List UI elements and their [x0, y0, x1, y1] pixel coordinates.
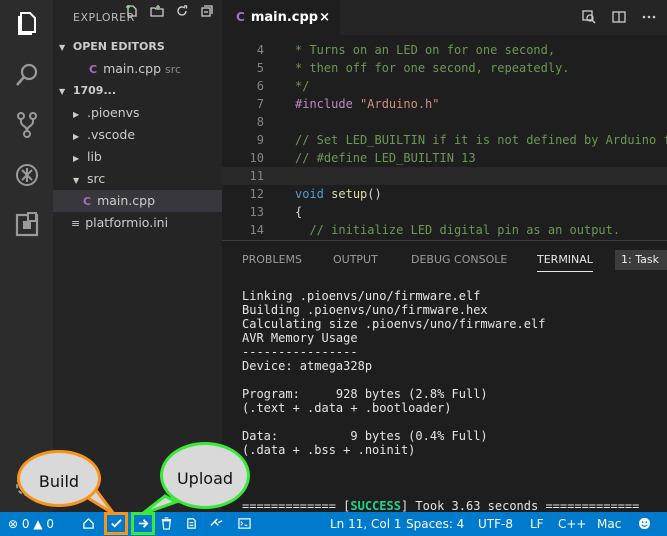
chevron-down-icon: ▼	[59, 43, 66, 52]
extensions-icon[interactable]	[12, 210, 42, 240]
tab-terminal[interactable]: TERMINAL	[537, 253, 593, 272]
cursor-position[interactable]: Ln 11, Col 1	[330, 512, 402, 536]
bottom-panel: PROBLEMS OUTPUT DEBUG CONSOLE TERMINAL 1…	[222, 240, 667, 513]
open-editor-folder: src	[165, 63, 182, 76]
debug-icon[interactable]	[12, 160, 42, 190]
tab-problems[interactable]: PROBLEMS	[242, 253, 302, 266]
tree-item-main-cpp[interactable]: Cmain.cpp	[53, 190, 222, 212]
tree-item-lib[interactable]: ▶ lib	[53, 146, 222, 168]
tab-title: main.cpp	[250, 10, 319, 25]
tree-item-src[interactable]: ▼ src	[53, 168, 222, 190]
success-line: ============= [SUCCESS] Took 3.63 second…	[242, 499, 640, 513]
chevron-right-icon: ▶	[73, 132, 80, 141]
tab-debug-console[interactable]: DEBUG CONSOLE	[411, 253, 507, 266]
more-actions-icon[interactable]	[641, 9, 657, 29]
chevron-down-icon: ▼	[59, 87, 66, 96]
editor-tab-bar: Cmain.cpp ×	[222, 0, 667, 35]
error-icon: ⊗	[8, 517, 19, 531]
chevron-right-icon: ▶	[73, 154, 80, 163]
tree-item-label: lib	[86, 149, 102, 164]
source-control-icon[interactable]	[12, 110, 42, 140]
tree-item-platformio-ini[interactable]: ≡ platformio.ini	[53, 212, 222, 234]
code-line: 4 * Turns on an LED on for one second,	[256, 43, 556, 57]
ini-file-icon: ≡	[71, 217, 81, 230]
tree-item-label: main.cpp	[97, 193, 156, 208]
build-callout: Build	[17, 450, 101, 507]
code-line-current: 11	[222, 167, 667, 185]
platform[interactable]: Mac	[597, 512, 621, 536]
activity-bar	[0, 0, 53, 512]
panel-tabs: PROBLEMS OUTPUT DEBUG CONSOLE TERMINAL 1…	[222, 241, 667, 277]
tab-main-cpp[interactable]: Cmain.cpp ×	[222, 0, 340, 35]
tree-item-label: .pioenvs	[86, 105, 140, 120]
refresh-icon[interactable]	[175, 0, 191, 22]
encoding[interactable]: UTF-8	[478, 512, 513, 536]
open-editor-filename: main.cpp	[103, 61, 162, 76]
tree-item-vscode[interactable]: ▶ .vscode	[53, 124, 222, 146]
upload-highlight-box	[131, 512, 155, 535]
collapse-all-icon[interactable]	[200, 0, 216, 22]
code-line: 9// Set LED_BUILTIN if it is not defined…	[256, 133, 667, 147]
close-icon[interactable]: ×	[319, 0, 330, 35]
tree-item-label: platformio.ini	[85, 215, 169, 230]
chevron-right-icon: ▶	[73, 110, 80, 119]
split-editor-icon[interactable]	[611, 9, 627, 29]
code-line: 10// #define LED_BUILTIN 13	[249, 151, 476, 165]
run-task-icon[interactable]	[185, 512, 198, 536]
code-editor[interactable]: 4 * Turns on an LED on for one second, 5 *…	[222, 35, 667, 240]
code-line: 12 void setup()	[249, 187, 382, 201]
project-folder-header[interactable]: ▼ 1709...	[53, 5, 222, 102]
terminal-icon[interactable]	[238, 512, 251, 536]
explorer-sidebar: EXPLORER ▼ OPEN EDITORS Cmain.cpp src ▼ 1…	[53, 0, 222, 512]
status-bar: ⊗ 0 ▲ 0 Ln 11, Col 1 Spaces: 4 UTF-8 LF …	[0, 512, 667, 536]
project-folder-label: 1709...	[72, 84, 116, 97]
open-editor-item-main-cpp[interactable]: Cmain.cpp src	[53, 58, 222, 80]
language-mode[interactable]: C++	[558, 512, 587, 536]
tree-item-label: src	[86, 171, 106, 186]
indentation[interactable]: Spaces: 4	[406, 512, 464, 536]
code-line: 13{	[249, 205, 303, 219]
code-line: 7 #include "Arduino.h"	[256, 97, 440, 111]
serial-monitor-plug-icon[interactable]	[210, 512, 223, 536]
open-preview-icon[interactable]	[581, 9, 597, 29]
files-icon[interactable]	[12, 8, 42, 38]
terminal-output[interactable]: Linking .pioenvs/uno/firmware.elf Buildi…	[242, 289, 639, 513]
open-editors-header[interactable]: ▼ OPEN EDITORS	[53, 36, 222, 58]
new-folder-icon[interactable]	[150, 0, 166, 22]
code-line: 6 */	[256, 79, 310, 93]
feedback-smiley-icon[interactable]	[638, 512, 651, 536]
cpp-file-icon: C	[89, 63, 98, 76]
chevron-down-icon: ▼	[73, 176, 80, 185]
terminal-select[interactable]: 1: Task	[615, 250, 667, 270]
problems-indicator[interactable]: ⊗ 0 ▲ 0	[8, 512, 54, 536]
build-highlight-box	[104, 512, 128, 535]
open-editors-label: OPEN EDITORS	[72, 40, 165, 53]
warning-icon: ▲	[33, 517, 43, 531]
platformio-home-icon[interactable]	[82, 512, 95, 536]
cpp-file-icon: C	[83, 195, 92, 208]
new-file-icon[interactable]	[125, 0, 141, 22]
end-of-line[interactable]: LF	[530, 512, 544, 536]
code-line: 14 // initialize LED digital pin as an o…	[249, 223, 621, 237]
code-line: 8	[256, 115, 264, 129]
cpp-file-icon: C	[236, 10, 245, 24]
tree-item-label: .vscode	[86, 127, 136, 142]
search-icon[interactable]	[12, 60, 42, 90]
code-line: 5 * then off for one second, repeatedly.	[256, 61, 570, 75]
clean-trash-icon[interactable]	[160, 512, 173, 536]
tree-item-pioenvs[interactable]: ▶ .pioenvs	[53, 102, 222, 124]
upload-callout: Upload	[160, 442, 250, 509]
tab-output[interactable]: OUTPUT	[333, 253, 378, 266]
